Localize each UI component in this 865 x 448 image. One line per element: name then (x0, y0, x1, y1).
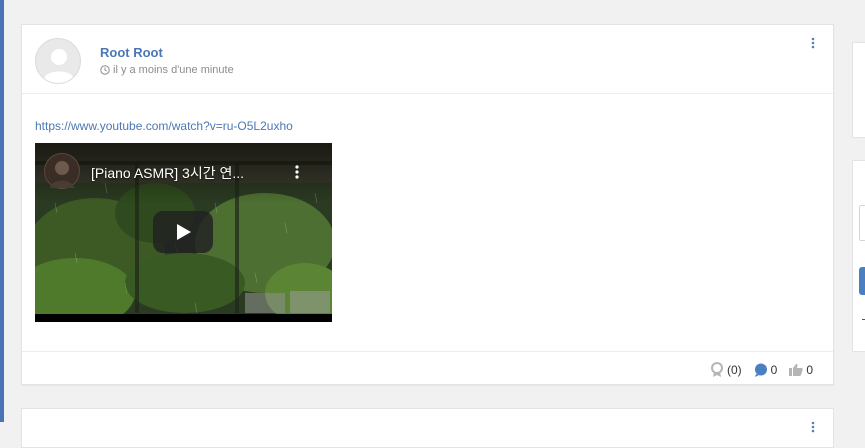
more-vertical-icon (811, 421, 815, 433)
comment-stat[interactable]: 0 (754, 362, 778, 377)
video-bottom-bar (35, 314, 332, 322)
post-timestamp: il y a moins d'une minute (100, 64, 234, 76)
more-vertical-icon (811, 37, 815, 49)
more-vertical-icon (295, 165, 299, 179)
like-stat[interactable]: 0 (789, 363, 813, 377)
sidebar-card (852, 160, 865, 352)
comment-count: 0 (770, 362, 778, 377)
next-post-more-button[interactable] (808, 420, 818, 434)
sidebar-button[interactable] (859, 267, 865, 295)
comment-icon (754, 363, 767, 377)
channel-avatar[interactable] (44, 153, 80, 189)
default-user-icon (44, 49, 74, 83)
author-name[interactable]: Root Root (100, 45, 163, 60)
award-count: (0) (726, 362, 742, 377)
author-avatar[interactable] (35, 38, 81, 84)
award-stat[interactable]: (0) (710, 362, 742, 377)
like-count: 0 (806, 362, 813, 377)
thumbs-up-icon (789, 363, 804, 376)
play-icon (177, 224, 191, 240)
video-menu-button[interactable] (293, 164, 301, 180)
post-more-button[interactable] (808, 36, 818, 50)
footer-stats: (0) 0 0 (698, 362, 813, 377)
video-title[interactable]: [Piano ASMR] 3시간 연... (91, 163, 271, 183)
sidebar-card (852, 42, 865, 138)
channel-avatar-image (50, 161, 74, 188)
post-body: https://www.youtube.com/watch?v=ru-O5L2u… (35, 117, 293, 135)
next-post-card (21, 408, 834, 448)
play-button[interactable] (153, 211, 213, 253)
sidebar-input[interactable] (859, 205, 865, 241)
left-accent-bar (0, 0, 4, 422)
post-card: Root Root il y a moins d'une minute http… (21, 24, 834, 385)
timestamp-text: il y a moins d'une minute (113, 64, 234, 76)
clock-icon (100, 65, 110, 75)
post-link[interactable]: https://www.youtube.com/watch?v=ru-O5L2u… (35, 119, 293, 133)
post-header: Root Root il y a moins d'une minute (22, 25, 833, 94)
post-footer: (0) 0 0 (22, 351, 833, 386)
award-icon (710, 362, 723, 377)
video-embed[interactable]: [Piano ASMR] 3시간 연... (35, 143, 332, 322)
